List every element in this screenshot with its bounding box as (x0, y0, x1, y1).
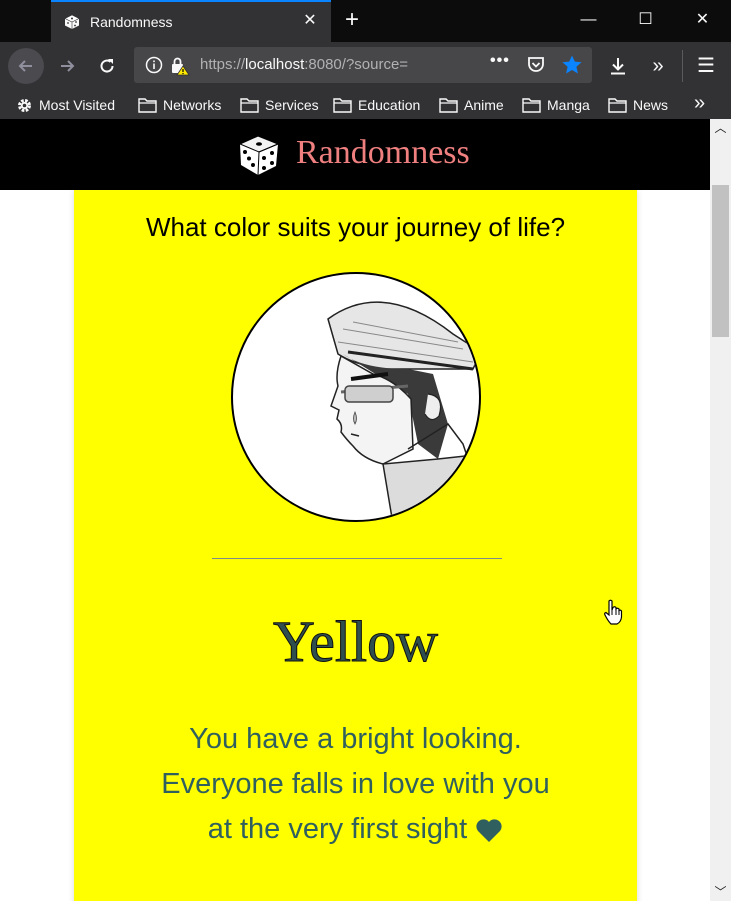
download-icon (611, 58, 625, 75)
forward-button[interactable] (49, 48, 85, 84)
page-viewport: Randomness What color suits your journey… (0, 119, 710, 901)
new-tab-button[interactable]: + (338, 6, 366, 34)
description-line: You have a bright looking. (189, 723, 522, 755)
bookmark-label: Education (358, 97, 421, 113)
heart-icon (476, 819, 502, 843)
scrollbar-thumb[interactable] (712, 185, 729, 337)
dice-icon (238, 135, 280, 176)
description-line-last: at the very first sight (104, 807, 607, 852)
bookmark-most-visited[interactable]: Most Visited (16, 95, 115, 115)
close-window-button[interactable]: ✕ (674, 0, 731, 42)
folder-icon (522, 98, 541, 113)
url-scheme: https:// (200, 56, 246, 73)
lock-warning-icon[interactable] (170, 56, 190, 76)
scroll-up-arrow[interactable]: ︿ (710, 119, 731, 137)
bookmark-services[interactable]: Services (240, 95, 319, 115)
minimize-button[interactable]: — (560, 0, 617, 42)
page-actions-button[interactable]: ••• (490, 52, 510, 70)
dice-icon (64, 14, 80, 29)
bookmark-label: News (633, 97, 669, 113)
result-color-name: Yellow (273, 609, 439, 675)
info-icon[interactable] (145, 56, 163, 74)
bookmark-manga[interactable]: Manga (522, 95, 590, 115)
toolbar-separator (682, 50, 683, 82)
question-heading: What color suits your journey of life? (145, 212, 566, 242)
scroll-down-arrow[interactable]: ﹀ (710, 883, 731, 901)
manga-portrait-image (327, 301, 479, 520)
bookmark-label: Anime (464, 97, 504, 113)
reload-button[interactable] (89, 48, 125, 84)
folder-icon (608, 98, 627, 113)
bookmark-label: Manga (547, 97, 590, 113)
bookmark-label: Networks (163, 97, 222, 113)
bookmarks-toolbar: Most Visited Networks Services Education… (0, 90, 731, 119)
result-card: What color suits your journey of life? Y… (74, 190, 637, 901)
folder-icon (240, 98, 259, 113)
bookmark-label: Most Visited (39, 97, 115, 113)
app-menu-button[interactable]: ☰ (688, 48, 724, 84)
gear-icon (18, 98, 31, 112)
result-description: You have a bright looking. Everyone fall… (104, 717, 607, 852)
folder-icon (333, 98, 352, 113)
result-illustration (231, 272, 481, 522)
divider-line (212, 558, 502, 559)
bookmark-anime[interactable]: Anime (439, 95, 504, 115)
back-button[interactable] (8, 48, 44, 84)
title-bar: Randomness ✕ + — ☐ ✕ (0, 0, 731, 42)
description-line: at the very first sight (207, 813, 468, 845)
url-bar[interactable]: https://localhost:8080/?source= ••• (134, 47, 592, 83)
bookmarks-overflow-button[interactable]: » (694, 92, 705, 115)
tab-title: Randomness (90, 14, 173, 30)
url-host: localhost (245, 56, 305, 73)
downloads-button[interactable] (600, 48, 636, 84)
url-text[interactable]: https://localhost:8080/?source= (200, 56, 450, 73)
overflow-menu-button[interactable]: » (640, 48, 676, 84)
hand-cursor-icon (604, 599, 623, 625)
arrow-left-icon (18, 60, 32, 72)
site-header: Randomness (0, 119, 710, 190)
browser-tab[interactable]: Randomness ✕ (51, 0, 331, 42)
tab-close-button[interactable]: ✕ (299, 10, 321, 32)
bookmark-label: Services (265, 97, 319, 113)
bookmark-education[interactable]: Education (333, 95, 420, 115)
description-line: Everyone falls in love with you (161, 768, 550, 800)
bookmark-news[interactable]: News (608, 95, 668, 115)
star-icon[interactable] (561, 54, 583, 76)
pocket-icon[interactable] (526, 55, 546, 75)
maximize-button[interactable]: ☐ (617, 0, 674, 42)
reload-icon (100, 59, 114, 73)
folder-icon (439, 98, 458, 113)
site-title[interactable]: Randomness (296, 134, 470, 172)
page-scrollbar[interactable]: ︿ ﹀ (710, 119, 731, 901)
navigation-toolbar: https://localhost:8080/?source= ••• » ☰ (0, 42, 731, 90)
arrow-right-icon (61, 60, 75, 72)
url-path: :8080/?source= (304, 56, 409, 73)
bookmark-networks[interactable]: Networks (138, 95, 221, 115)
folder-icon (138, 98, 157, 113)
